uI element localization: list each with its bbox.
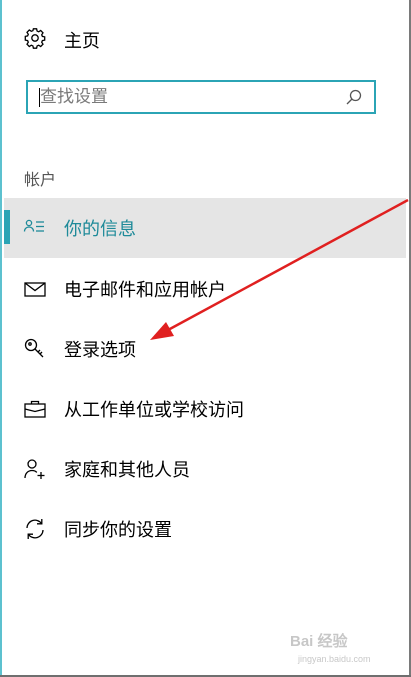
search-box[interactable] xyxy=(26,80,376,114)
search-input[interactable] xyxy=(28,83,342,111)
home-label: 主页 xyxy=(64,31,100,52)
nav-item-your-info[interactable]: 你的信息 xyxy=(4,198,406,258)
watermark-brand: Bai 经验 xyxy=(290,633,348,650)
person-info-icon xyxy=(23,216,47,240)
window-left-border xyxy=(0,0,2,677)
nav-item-label: 登录选项 xyxy=(64,340,136,361)
nav-item-label: 从工作单位或学校访问 xyxy=(64,400,244,421)
nav-item-email-accounts[interactable]: 电子邮件和应用帐户 xyxy=(4,259,406,319)
sync-icon xyxy=(23,517,47,541)
nav-item-work-school-access[interactable]: 从工作单位或学校访问 xyxy=(4,379,406,439)
search-icon[interactable] xyxy=(342,85,366,109)
nav-item-sign-in-options[interactable]: 登录选项 xyxy=(4,319,406,379)
text-caret xyxy=(39,88,40,107)
add-person-icon xyxy=(23,457,47,481)
selection-indicator xyxy=(4,210,10,244)
section-title: 帐户 xyxy=(24,170,57,189)
nav-item-label: 同步你的设置 xyxy=(64,520,172,541)
baidu-watermark: Bai 经验 jingyan.baidu.com xyxy=(290,630,400,670)
nav-item-label: 电子邮件和应用帐户 xyxy=(64,280,226,301)
nav-item-sync-settings[interactable]: 同步你的设置 xyxy=(4,499,406,559)
nav-item-label: 家庭和其他人员 xyxy=(64,460,190,481)
key-icon xyxy=(23,337,47,361)
gear-icon xyxy=(24,27,46,53)
watermark-url: jingyan.baidu.com xyxy=(298,654,371,664)
mail-icon xyxy=(23,277,47,301)
briefcase-icon xyxy=(23,397,47,421)
nav-item-family-other-people[interactable]: 家庭和其他人员 xyxy=(4,439,406,499)
home-link[interactable]: 主页 xyxy=(24,26,100,54)
nav-item-label: 你的信息 xyxy=(64,219,136,240)
